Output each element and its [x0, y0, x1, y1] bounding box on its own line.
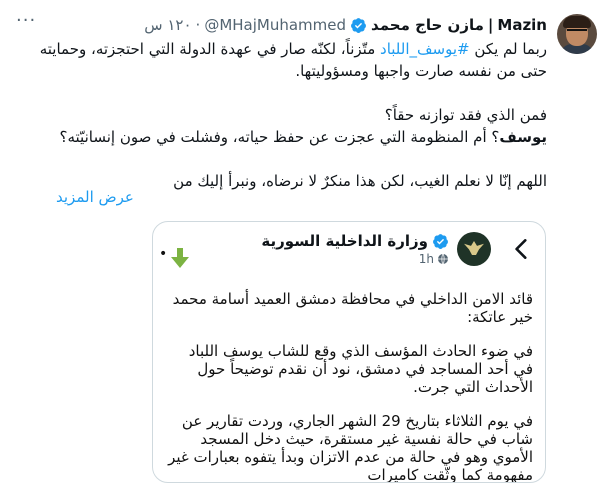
hashtag-link[interactable]: #يوسف_اللباد [380, 40, 470, 58]
header-dot: · [195, 16, 201, 34]
down-arrow-icon [171, 248, 189, 268]
author-handle[interactable]: @MHajMuhammed [204, 16, 346, 34]
emblem-eagle [464, 241, 484, 255]
tweet-line-3: فمن الذي فقد توازنه حقاً؟ [384, 106, 547, 124]
avatar-glasses [567, 29, 587, 36]
ministry-emblem-icon [457, 232, 491, 266]
quoted-paragraph-1: قائد الامن الداخلي في محافظة دمشق العميد… [172, 290, 533, 326]
author-name-separator: | [487, 16, 494, 34]
quoted-tweet-card[interactable]: وزارة الداخلية السورية 1h • قائد الامن ا… [152, 221, 546, 483]
tweet-line-1: ربما لم يكن #يوسف_اللباد متّزناً، لكنّه … [7, 38, 547, 60]
quoted-account-name[interactable]: وزارة الداخلية السورية [261, 232, 428, 250]
more-options-icon[interactable]: ··· [16, 12, 40, 34]
tweet-header: Mazin | مازن حاج محمد @MHajMuhammed · ١٢… [144, 14, 547, 36]
tweet: Mazin | مازن حاج محمد @MHajMuhammed · ١٢… [0, 0, 615, 483]
quoted-tweet-text: قائد الامن الداخلي في محافظة دمشق العميد… [167, 290, 533, 483]
tweet-line-4-rest: ؟ أم المنظومة التي عجزت عن حفظ حياته، وف… [59, 128, 500, 146]
quoted-paragraph-3: في يوم الثلاثاء بتاريخ 29 الشهر الجاري، … [168, 412, 533, 483]
quoted-account-header: وزارة الداخلية السورية [261, 232, 449, 250]
tweet-line-4: يوسف؟ أم المنظومة التي عجزت عن حفظ حياته… [7, 126, 547, 148]
avatar-hair [563, 16, 591, 28]
author-name-arabic[interactable]: مازن حاج محمد [371, 16, 484, 34]
bold-name: يوسف [499, 128, 547, 146]
tweet-text: ربما لم يكن #يوسف_اللباد متّزناً، لكنّه … [7, 38, 547, 192]
tweet-line-2: حتى من نفسه صارت واجبها ومسؤوليتها. [295, 62, 547, 80]
quoted-timestamp: 1h [419, 252, 449, 266]
verified-badge-icon [351, 17, 366, 33]
quoted-time: 1h [418, 252, 434, 266]
tweet-line-1-end: متّزناً، لكنّه صار في عهدة الدولة التي ا… [39, 40, 381, 58]
status-dot: • [159, 246, 168, 262]
show-more-link[interactable]: عرض المزيد [56, 188, 134, 206]
quoted-paragraph-2: في ضوء الحادث المؤسف الذي وقع للشاب يوسف… [188, 342, 533, 396]
author-avatar[interactable] [557, 14, 597, 54]
tweet-timestamp[interactable]: ١٢٠ س [144, 16, 191, 34]
globe-icon [438, 253, 448, 265]
tweet-line-1-start: ربما لم يكن [469, 40, 547, 58]
author-name-latin[interactable]: Mazin [497, 16, 547, 34]
verified-badge-icon [433, 233, 448, 249]
chevron-left-icon[interactable] [509, 236, 535, 262]
